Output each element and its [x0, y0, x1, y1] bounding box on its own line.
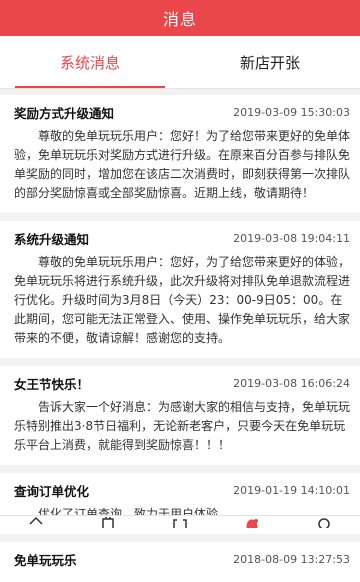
message-list: 奖励方式升级通知 2019-03-09 15:30:03 尊敬的免单玩玩乐用户：… — [0, 89, 360, 582]
scan-icon[interactable] — [172, 516, 188, 528]
tab-bar: 系统消息 新店开张 — [0, 36, 360, 89]
page-title: 消息 — [162, 10, 197, 29]
message-card[interactable]: 系统升级通知 2019-03-08 19:04:11 尊敬的免单玩玩乐用户：您好… — [0, 221, 360, 358]
message-date: 2019-03-08 16:06:24 — [233, 376, 350, 390]
message-title: 免单玩玩乐 — [14, 552, 77, 568]
bottom-nav — [0, 515, 360, 530]
tab-new-stores[interactable]: 新店开张 — [180, 36, 360, 88]
title-bar: 消息 — [0, 0, 360, 36]
message-date: 2018-08-09 13:27:53 — [233, 552, 350, 566]
tab-label: 新店开张 — [239, 53, 300, 72]
tab-label: 系统消息 — [59, 53, 120, 72]
message-title: 查询订单优化 — [14, 483, 90, 499]
message-title: 系统升级通知 — [14, 231, 90, 247]
shop-icon[interactable] — [100, 516, 116, 528]
message-date: 2019-03-08 19:04:11 — [233, 231, 350, 245]
message-header: 查询订单优化 2019-01-19 14:10:01 — [14, 473, 350, 503]
message-card[interactable]: 奖励方式升级通知 2019-03-09 15:30:03 尊敬的免单玩玩乐用户：… — [0, 95, 360, 213]
active-tab-indicator — [15, 86, 165, 88]
user-icon[interactable] — [316, 516, 332, 528]
message-header: 女王节快乐！ 2019-03-08 16:06:24 — [14, 366, 350, 396]
message-date: 2019-01-19 14:10:01 — [233, 483, 350, 497]
message-icon[interactable] — [244, 516, 260, 528]
message-header: 奖励方式升级通知 2019-03-09 15:30:03 — [14, 95, 350, 125]
message-title: 女王节快乐！ — [14, 376, 90, 392]
message-body: 尊敬的免单玩玩乐用户：您好！为了给您带来更好的免单体验，免单玩玩乐对奖励方式进行… — [14, 129, 351, 200]
message-date: 2019-03-09 15:30:03 — [233, 105, 350, 119]
tab-system-messages[interactable]: 系统消息 — [0, 36, 180, 88]
home-icon[interactable] — [28, 516, 44, 528]
message-title: 奖励方式升级通知 — [14, 105, 115, 121]
message-header: 免单玩玩乐 2018-08-09 13:27:53 — [14, 542, 350, 572]
message-body: 尊敬的免单玩玩乐用户：您好，为了给您带来更好的体验，免单玩玩乐将进行系统升级，此… — [14, 255, 351, 345]
message-body: 告诉大家一个好消息：为感谢大家的相信与支持，免单玩玩乐特别推出3·8节日福利，无… — [14, 400, 351, 452]
message-card[interactable]: 女王节快乐！ 2019-03-08 16:06:24 告诉大家一个好消息：为感谢… — [0, 366, 360, 465]
message-card[interactable]: 免单玩玩乐 2018-08-09 13:27:53 — [0, 542, 360, 582]
message-header: 系统升级通知 2019-03-08 19:04:11 — [14, 221, 350, 251]
